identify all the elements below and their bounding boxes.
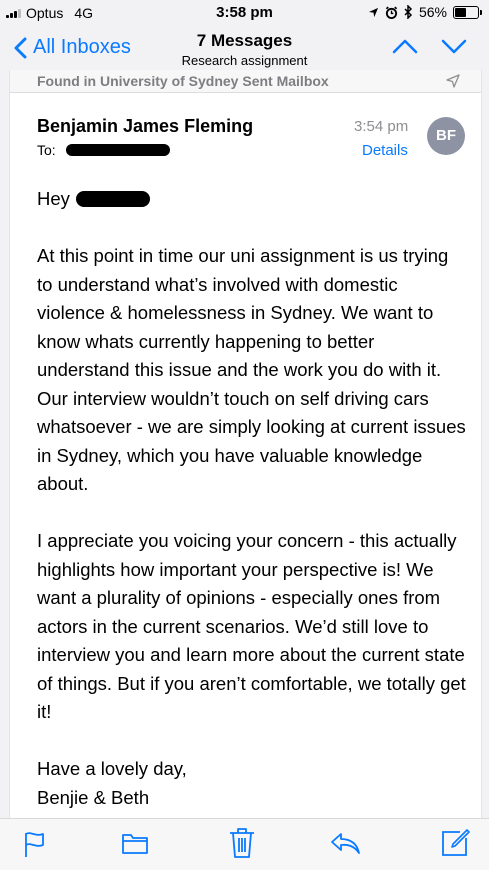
message-body: Hey At this point in time our uni assign… [37, 185, 467, 812]
message-card: Found in University of Sydney Sent Mailb… [9, 70, 482, 818]
next-message-button[interactable] [440, 36, 468, 56]
location-icon [368, 7, 379, 17]
mailbox-banner: Found in University of Sydney Sent Mailb… [10, 70, 481, 93]
trash-icon[interactable] [229, 827, 255, 859]
previous-message-button[interactable] [391, 36, 419, 56]
greeting: Hey [37, 188, 70, 209]
bluetooth-icon [404, 5, 413, 19]
message-time: 3:54 pm [354, 118, 409, 135]
to-label: To: [37, 142, 56, 158]
avatar[interactable]: BF [427, 117, 465, 155]
bottom-toolbar [0, 818, 489, 870]
alarm-icon [385, 5, 398, 19]
flag-icon[interactable] [23, 830, 47, 858]
recipient-row: To: [37, 142, 170, 158]
redacted-name [75, 191, 150, 208]
signoff-block: Have a lovely day, Benjie & Beth [37, 755, 467, 812]
battery-icon [453, 5, 482, 19]
status-bar: Optus 4G 3:58 pm 56% [0, 0, 489, 28]
battery-percent: 56% [418, 4, 447, 20]
found-in-label: Found in University of Sydney Sent Mailb… [37, 73, 329, 89]
signoff: Have a lovely day, [37, 758, 187, 779]
sender-name: Benjamin James Fleming [37, 116, 254, 136]
details-link[interactable]: Details [362, 142, 408, 159]
sent-icon [446, 74, 460, 88]
redacted-recipient [65, 144, 170, 156]
navigation-bar: All Inboxes 7 Messages Research assignme… [0, 28, 489, 72]
greeting-line: Hey [37, 185, 467, 214]
body-paragraph-2: I appreciate you voicing your concern - … [37, 530, 466, 722]
signature: Benjie & Beth [37, 786, 150, 808]
folder-icon[interactable] [121, 830, 149, 856]
body-paragraph-1: At this point in time our uni assignment… [37, 245, 466, 494]
reply-icon[interactable] [329, 830, 361, 856]
compose-icon[interactable] [440, 828, 470, 858]
